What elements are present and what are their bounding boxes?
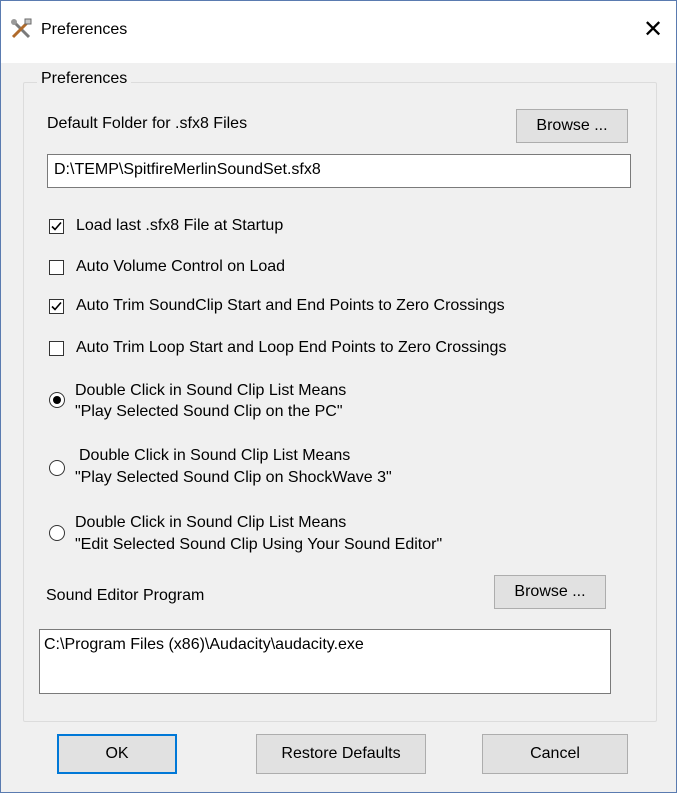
radio-label-line1: Double Click in Sound Clip List Means bbox=[75, 382, 347, 399]
close-button[interactable]: ✕ bbox=[633, 11, 673, 47]
tools-icon bbox=[10, 18, 32, 40]
radio-label-line2: "Play Selected Sound Clip on the PC" bbox=[75, 403, 343, 420]
radio-selected-dot bbox=[53, 396, 61, 404]
checkbox-label: Auto Trim SoundClip Start and End Points… bbox=[76, 297, 505, 314]
cancel-button[interactable]: Cancel bbox=[482, 734, 628, 774]
radio-button[interactable] bbox=[49, 525, 65, 541]
checkbox-label: Auto Trim Loop Start and Loop End Points… bbox=[76, 339, 507, 356]
radio-button[interactable] bbox=[49, 392, 65, 408]
radio-button[interactable] bbox=[49, 460, 65, 476]
radio-label-line2: "Play Selected Sound Clip on ShockWave 3… bbox=[75, 469, 392, 486]
title-bar[interactable]: Preferences ✕ bbox=[1, 1, 676, 63]
restore-defaults-button[interactable]: Restore Defaults bbox=[256, 734, 426, 774]
sound-editor-browse-button[interactable]: Browse ... bbox=[494, 575, 606, 609]
radio-label-line1: Double Click in Sound Clip List Means bbox=[79, 447, 351, 464]
radio-label-line1: Double Click in Sound Clip List Means bbox=[75, 514, 347, 531]
sound-editor-label: Sound Editor Program bbox=[46, 587, 205, 604]
close-icon: ✕ bbox=[642, 15, 664, 43]
checkbox-box[interactable] bbox=[49, 260, 64, 275]
default-folder-input[interactable]: D:\TEMP\SpitfireMerlinSoundSet.sfx8 bbox=[47, 154, 631, 188]
checkmark-icon bbox=[51, 221, 62, 231]
checkbox-label: Load last .sfx8 File at Startup bbox=[76, 217, 284, 234]
ok-button[interactable]: OK bbox=[57, 734, 177, 774]
default-folder-label: Default Folder for .sfx8 Files bbox=[47, 115, 248, 132]
checkbox-box[interactable] bbox=[49, 219, 64, 234]
checkbox-box[interactable] bbox=[49, 299, 64, 314]
radio-label-line2: "Edit Selected Sound Clip Using Your Sou… bbox=[75, 536, 443, 553]
window-title: Preferences bbox=[41, 21, 128, 38]
checkbox-label: Auto Volume Control on Load bbox=[76, 258, 286, 275]
checkmark-icon bbox=[51, 301, 62, 311]
sound-editor-path-input[interactable]: C:\Program Files (x86)\Audacity\audacity… bbox=[39, 629, 611, 694]
group-legend: Preferences bbox=[37, 70, 132, 88]
preferences-dialog: Preferences ✕ Preferences Default Folder… bbox=[0, 0, 677, 793]
default-folder-browse-button[interactable]: Browse ... bbox=[516, 109, 628, 143]
checkbox-box[interactable] bbox=[49, 341, 64, 356]
